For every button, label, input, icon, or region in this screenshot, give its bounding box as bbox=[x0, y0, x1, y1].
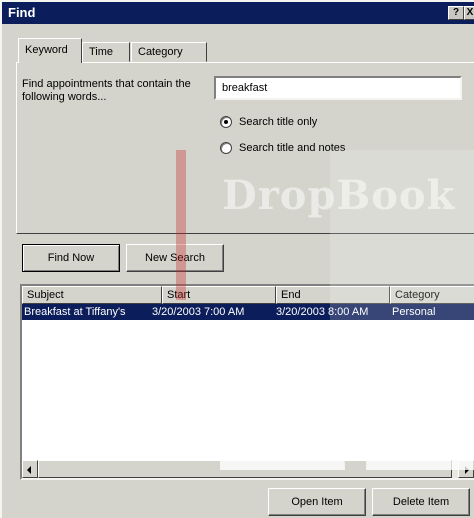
tab-time-label: Time bbox=[89, 46, 114, 58]
table-row[interactable]: Breakfast at Tiffany's 3/20/2003 7:00 AM… bbox=[22, 304, 474, 320]
tab-keyword[interactable]: Keyword bbox=[18, 38, 82, 63]
title-bar[interactable]: Find ? X bbox=[2, 2, 474, 24]
column-header-end[interactable]: End bbox=[276, 286, 390, 304]
open-item-button[interactable]: Open Item bbox=[268, 488, 366, 516]
help-button[interactable]: ? bbox=[448, 6, 464, 20]
radio-button[interactable] bbox=[220, 142, 232, 154]
search-words-input[interactable] bbox=[214, 76, 462, 100]
column-header-subject[interactable]: Subject bbox=[22, 286, 162, 304]
cell-start: 3/20/2003 7:00 AM bbox=[152, 306, 245, 318]
find-dialog: Find ? X Keyword Time Category Find appo… bbox=[0, 0, 474, 518]
column-header-start[interactable]: Start bbox=[162, 286, 276, 304]
find-now-button[interactable]: Find Now bbox=[22, 244, 120, 272]
scrollbar-thumb[interactable] bbox=[38, 460, 452, 478]
delete-item-button[interactable]: Delete Item bbox=[372, 488, 470, 516]
arrow-right-icon bbox=[465, 466, 469, 474]
search-title-notes-option[interactable]: Search title and notes bbox=[220, 140, 345, 156]
cell-category: Personal bbox=[392, 306, 436, 318]
window-title: Find bbox=[8, 5, 36, 20]
tab-category-label: Category bbox=[138, 46, 183, 58]
radio-button-checked[interactable] bbox=[220, 116, 232, 128]
column-header-category[interactable]: Category bbox=[390, 286, 474, 304]
find-words-label: Find appointments that contain the follo… bbox=[22, 78, 191, 103]
arrow-left-icon bbox=[27, 466, 31, 474]
close-button[interactable]: X bbox=[464, 6, 474, 20]
search-title-only-option[interactable]: Search title only bbox=[220, 114, 317, 130]
cell-end: 3/20/2003 8:00 AM bbox=[276, 306, 369, 318]
horizontal-scrollbar[interactable] bbox=[22, 460, 474, 478]
cell-subject: Breakfast at Tiffany's bbox=[24, 306, 126, 318]
scroll-right-button[interactable] bbox=[458, 460, 474, 478]
tab-time[interactable]: Time bbox=[82, 42, 130, 62]
tab-keyword-label: Keyword bbox=[25, 44, 68, 56]
search-title-notes-label: Search title and notes bbox=[239, 142, 346, 154]
new-search-button[interactable]: New Search bbox=[126, 244, 224, 272]
search-title-only-label: Search title only bbox=[239, 116, 318, 128]
results-list[interactable]: Subject Start End Category Breakfast at … bbox=[20, 284, 474, 480]
tab-category[interactable]: Category bbox=[131, 42, 207, 62]
scroll-left-button[interactable] bbox=[22, 460, 38, 478]
